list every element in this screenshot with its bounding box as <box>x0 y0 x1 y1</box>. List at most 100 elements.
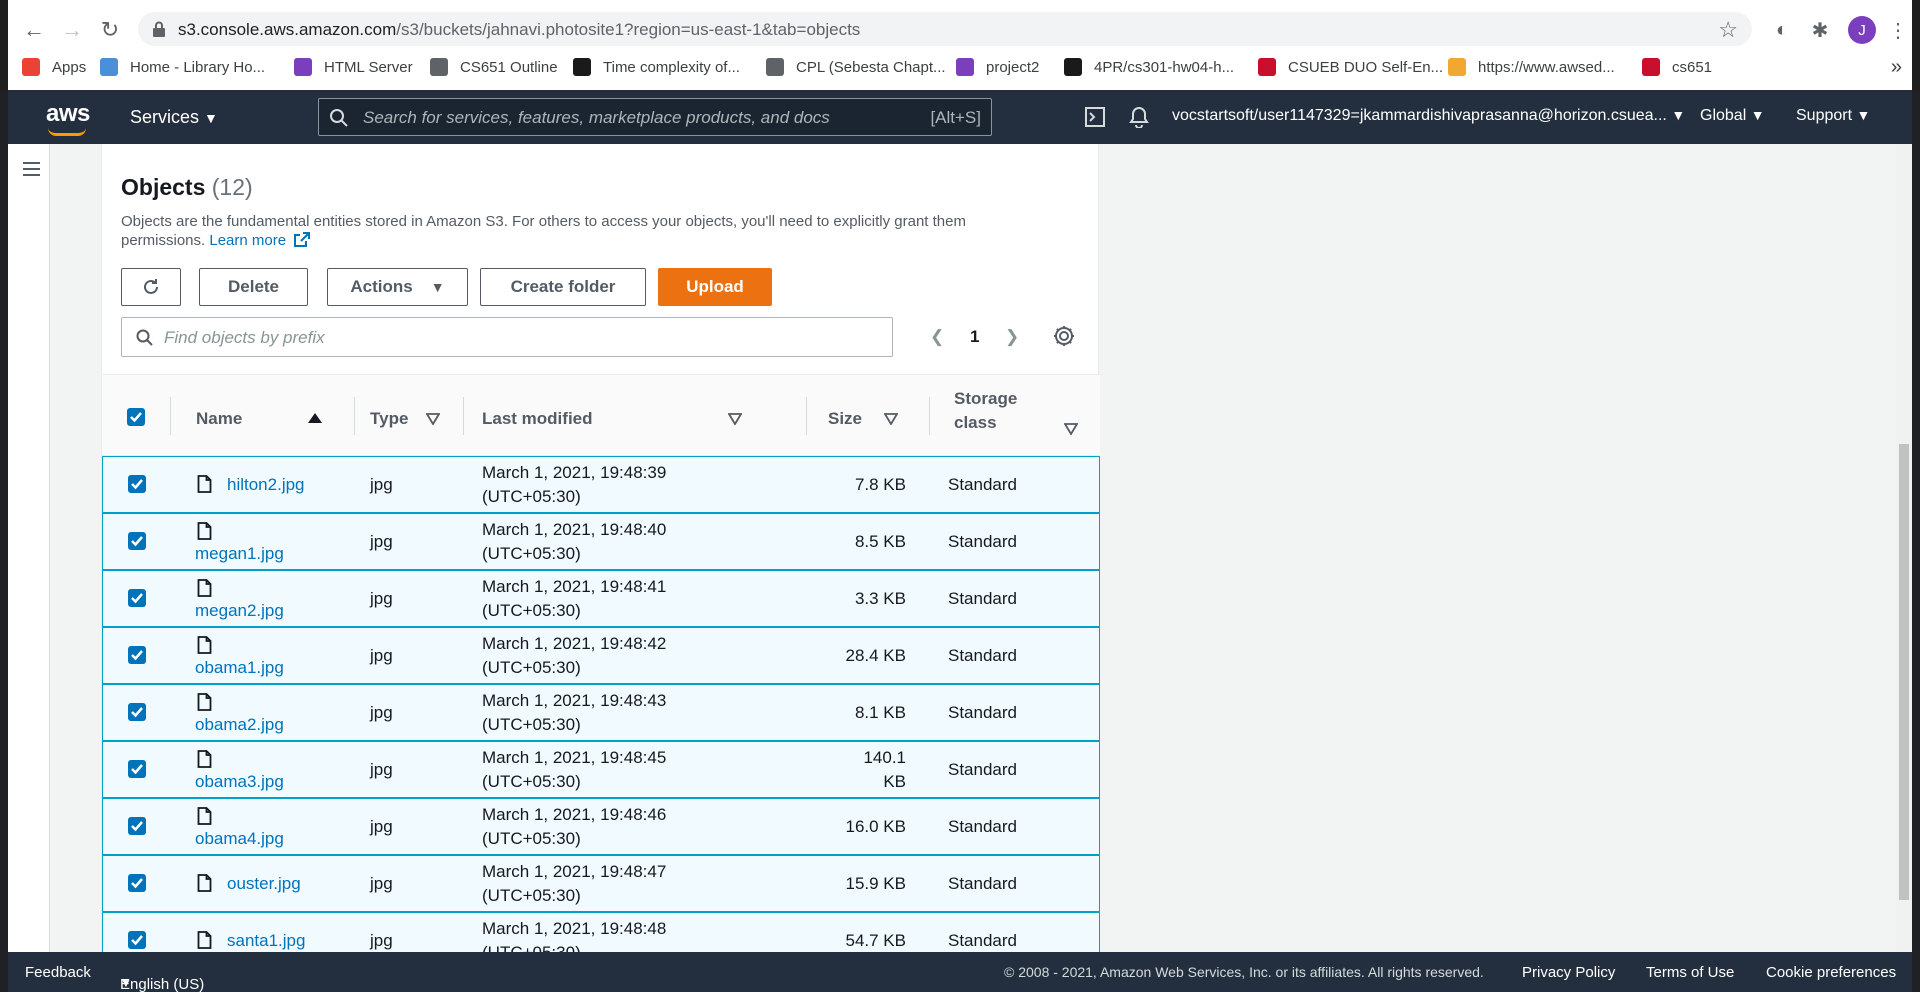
object-size: 7.8 KB <box>854 475 906 494</box>
bookmark-item[interactable]: project2 <box>956 58 1039 76</box>
col-name[interactable]: Name <box>196 409 242 429</box>
page-scrollbar[interactable] <box>1896 144 1912 952</box>
prev-page-icon[interactable]: ❮ <box>930 327 944 347</box>
row-checkbox[interactable] <box>128 874 146 892</box>
row-checkbox[interactable] <box>128 703 146 721</box>
services-menu[interactable]: Services ▼ <box>130 107 218 128</box>
objects-title: Objects (12) <box>121 174 253 200</box>
learn-more-link[interactable]: Learn more <box>209 232 286 249</box>
table-row[interactable]: obama4.jpg jpg March 1, 2021, 19:48:46 (UTC… <box>102 798 1100 855</box>
bookmark-item[interactable]: 4PR/cs301-hw04-h... <box>1064 58 1234 76</box>
actions-dropdown[interactable]: Actions ▼ <box>327 268 468 306</box>
back-icon[interactable]: ← <box>20 16 48 44</box>
hamburger-menu-icon[interactable] <box>14 158 44 180</box>
object-size: 15.9 KB <box>845 874 907 893</box>
row-checkbox[interactable] <box>128 646 146 664</box>
aws-logo[interactable]: aws <box>46 100 90 136</box>
profile-avatar[interactable]: J <box>1848 16 1876 44</box>
filter-caret-icon[interactable] <box>884 413 898 425</box>
object-name-link[interactable]: hilton2.jpg <box>227 473 305 497</box>
object-name-link[interactable]: santa1.jpg <box>227 929 305 952</box>
external-link-icon[interactable] <box>293 232 311 248</box>
support-menu[interactable]: Support ▼ <box>1796 107 1870 125</box>
col-size[interactable]: Size <box>828 409 862 429</box>
row-checkbox[interactable] <box>128 532 146 550</box>
select-all-checkbox[interactable] <box>127 408 145 426</box>
filter-caret-icon[interactable] <box>1064 423 1078 435</box>
puzzle-icon[interactable]: ✱ <box>1808 18 1832 42</box>
col-type[interactable]: Type <box>370 409 408 429</box>
notifications-bell-icon[interactable] <box>1126 104 1152 130</box>
globe-icon <box>430 58 448 76</box>
col-last-modified[interactable]: Last modified <box>482 409 593 429</box>
next-page-icon[interactable]: ❯ <box>1005 327 1019 347</box>
find-objects-input[interactable]: Find objects by prefix <box>121 317 893 357</box>
refresh-button[interactable] <box>121 268 181 306</box>
menu-kebab-icon[interactable]: ⋮ <box>1886 18 1910 42</box>
row-checkbox[interactable] <box>128 931 146 949</box>
table-row[interactable]: hilton2.jpg jpg March 1, 2021, 19:48:39 (UT… <box>102 456 1100 513</box>
aws-search-input[interactable]: Search for services, features, marketpla… <box>318 98 992 136</box>
object-name-link[interactable]: obama4.jpg <box>195 827 284 851</box>
object-name-link[interactable]: ouster.jpg <box>227 872 301 896</box>
forward-icon[interactable]: → <box>58 16 86 44</box>
bookmark-item[interactable]: Time complexity of... <box>573 58 740 76</box>
object-last-modified: March 1, 2021, 19:48:46 (UTC+05:30) <box>482 805 667 848</box>
row-checkbox[interactable] <box>128 817 146 835</box>
object-name-link[interactable]: obama1.jpg <box>195 656 284 680</box>
row-checkbox[interactable] <box>128 760 146 778</box>
lock-icon <box>153 21 165 37</box>
address-bar[interactable]: s3.console.aws.amazon.com/s3/buckets/jah… <box>138 12 1752 46</box>
row-checkbox[interactable] <box>128 589 146 607</box>
bookmark-item[interactable]: Apps <box>22 58 86 76</box>
object-size: 16.0 KB <box>845 817 907 836</box>
terms-of-use-link[interactable]: Terms of Use <box>1646 964 1734 981</box>
region-menu[interactable]: Global ▼ <box>1700 107 1765 125</box>
object-name-link[interactable]: obama2.jpg <box>195 713 284 737</box>
bookmarks-overflow-icon[interactable]: » <box>1891 56 1902 79</box>
table-row[interactable]: megan1.jpg jpg March 1, 2021, 19:48:40 (UTC… <box>102 513 1100 570</box>
account-menu[interactable]: vocstartsoft/user1147329=jkammardishivap… <box>1172 107 1685 125</box>
table-row[interactable]: megan2.jpg jpg March 1, 2021, 19:48:41 (UTC… <box>102 570 1100 627</box>
cookie-preferences-link[interactable]: Cookie preferences <box>1766 964 1896 981</box>
cloudshell-icon[interactable] <box>1082 104 1108 130</box>
bookmark-item[interactable]: CSUEB DUO Self-En... <box>1258 58 1443 76</box>
bookmark-item[interactable]: CS651 Outline <box>430 58 558 76</box>
create-folder-button[interactable]: Create folder <box>480 268 646 306</box>
privacy-policy-link[interactable]: Privacy Policy <box>1522 964 1615 981</box>
filter-caret-icon[interactable] <box>426 413 440 425</box>
delete-button[interactable]: Delete <box>199 268 308 306</box>
scrollbar-thumb[interactable] <box>1899 444 1909 900</box>
object-name-link[interactable]: megan2.jpg <box>195 599 284 623</box>
table-row[interactable]: ouster.jpg jpg March 1, 2021, 19:48:47 (UTC… <box>102 855 1100 912</box>
bookmark-item[interactable]: CPL (Sebesta Chapt... <box>766 58 946 76</box>
col-storage-class[interactable]: Storage class <box>954 389 1017 433</box>
table-row[interactable]: obama2.jpg jpg March 1, 2021, 19:48:43 (UTC… <box>102 684 1100 741</box>
sort-ascending-icon[interactable] <box>308 413 322 423</box>
page-number[interactable]: 1 <box>970 327 979 347</box>
table-row[interactable]: santa1.jpg jpg March 1, 2021, 19:48:48(UTC… <box>102 912 1100 952</box>
settings-gear-icon[interactable] <box>1052 324 1076 348</box>
bookmark-item[interactable]: cs651 <box>1642 58 1712 76</box>
table-row[interactable]: obama1.jpg jpg March 1, 2021, 19:48:42 (UTC… <box>102 627 1100 684</box>
leetcode-icon <box>294 58 312 76</box>
bookmark-star-icon[interactable]: ☆ <box>1718 17 1738 43</box>
row-checkbox[interactable] <box>128 475 146 493</box>
upload-button[interactable]: Upload <box>658 268 772 306</box>
refresh-icon <box>144 279 158 294</box>
filter-caret-icon[interactable] <box>728 413 742 425</box>
globe-icon <box>766 58 784 76</box>
bookmark-item[interactable]: https://www.awsed... <box>1448 58 1615 76</box>
object-name-link[interactable]: megan1.jpg <box>195 542 284 566</box>
table-row[interactable]: obama3.jpg jpg March 1, 2021, 19:48:45 (UTC… <box>102 741 1100 798</box>
reload-icon[interactable]: ↻ <box>96 16 124 44</box>
bookmark-item[interactable]: HTML Server <box>294 58 413 76</box>
extension-icon[interactable]: ◐ <box>1770 18 1794 42</box>
object-name-link[interactable]: obama3.jpg <box>195 770 284 794</box>
side-nav-rail <box>8 144 50 952</box>
bookmark-item[interactable]: Home - Library Ho... <box>100 58 265 76</box>
object-size: 3.3 KB <box>854 589 906 608</box>
object-type: jpg <box>370 703 393 722</box>
feedback-link[interactable]: Feedback <box>25 964 91 981</box>
object-size: 54.7 KB <box>845 931 907 950</box>
